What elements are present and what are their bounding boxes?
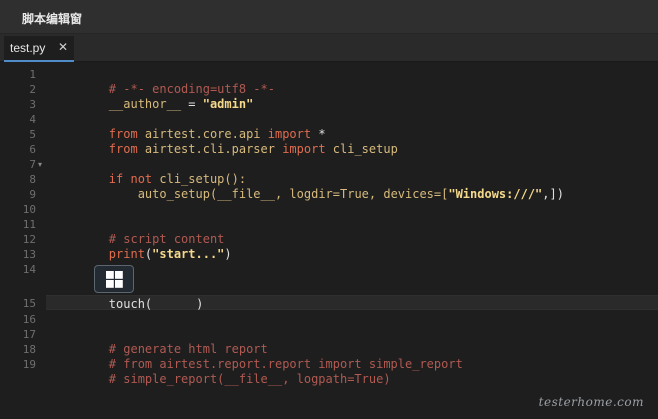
tab-test-py[interactable]: test.py ✕ (4, 36, 74, 62)
code-editor[interactable]: 1 2 4 3 5 6 7 8 9 10 11 12 13 14 15 16 1… (0, 62, 658, 419)
line-number: 8 (29, 173, 36, 186)
code-line-12: print("start...") (51, 232, 232, 261)
line-number: 14 (22, 263, 36, 276)
line-number: 19 (22, 358, 36, 371)
call: touch( (108, 297, 153, 311)
code-line-7: if not cli_setup(): (51, 157, 246, 186)
line-number: 13 (22, 248, 36, 261)
line-number: 12 (22, 233, 36, 246)
fold-marker-icon[interactable]: ▾ (38, 157, 42, 172)
code-line-5: from airtest.cli.parser import cli_setup (51, 127, 398, 156)
window-header: 脚本编辑窗 (0, 0, 658, 34)
line-number: 6 (29, 143, 36, 156)
close-icon[interactable]: ✕ (58, 40, 68, 54)
code-line-1: # -*- encoding=utf8 -*- (51, 67, 275, 96)
punctuation: ) (196, 297, 204, 311)
code-line-17: # generate html report (51, 327, 268, 356)
line-number: 11 (22, 218, 36, 231)
code-line-19: # simple_report(__file__, logpath=True) (51, 357, 391, 386)
line-number: 5 (29, 128, 36, 141)
punctuation: ,]) (542, 187, 564, 201)
call: auto_setup( (108, 187, 218, 201)
tab-bar: test.py ✕ (0, 34, 658, 62)
script-editor-window: 脚本编辑窗 test.py ✕ 1 2 4 3 5 6 7 8 9 10 11 … (0, 0, 658, 419)
window-title: 脚本编辑窗 (22, 12, 83, 26)
line-number: 15 (22, 297, 36, 310)
keyword: from (108, 142, 138, 156)
screenshot-thumbnail[interactable] (94, 265, 134, 293)
line-number: 9 (29, 188, 36, 201)
identifier: __file__ (217, 187, 275, 201)
watermark: testerhome.com (538, 395, 644, 409)
line-number: 18 (22, 343, 36, 356)
line-number: 10 (22, 203, 36, 216)
code-area[interactable]: # -*- encoding=utf8 -*- __author__ = "ad… (44, 62, 658, 419)
string: "admin" (202, 97, 254, 111)
code-line-4: from airtest.core.api import * (51, 112, 326, 141)
keyword: import (282, 142, 326, 156)
identifier: __author__ (108, 97, 182, 111)
line-number: 3 (29, 98, 36, 111)
module: airtest.cli.parser (137, 142, 283, 156)
line-number: 7 (29, 158, 36, 171)
code-line-18: # from airtest.report.report import simp… (51, 342, 463, 371)
punctuation: ) (224, 247, 232, 261)
keyword: print (108, 247, 145, 261)
arguments: , logdir=True, devices=[ (274, 187, 449, 201)
line-number: 16 (22, 313, 36, 326)
line-number: 17 (22, 328, 36, 341)
string: "Windows:///" (448, 187, 543, 201)
code-line-8: auto_setup(__file__, logdir=True, device… (51, 172, 564, 201)
operator: = (181, 97, 203, 111)
code-line-11: # script content (51, 217, 225, 246)
windows-logo-icon (106, 271, 123, 288)
line-number: 1 (29, 68, 36, 81)
line-number-gutter: 1 2 4 3 5 6 7 8 9 10 11 12 13 14 15 16 1… (0, 62, 44, 419)
identifier: cli_setup (325, 142, 398, 156)
comment: # simple_report(__file__, logpath=True) (108, 372, 391, 386)
string: "start..." (152, 247, 225, 261)
line-number: 2 (29, 83, 36, 96)
code-line-2: __author__ = "admin" (51, 82, 254, 111)
line-number: 4 (29, 113, 36, 126)
tab-label: test.py (10, 41, 46, 55)
